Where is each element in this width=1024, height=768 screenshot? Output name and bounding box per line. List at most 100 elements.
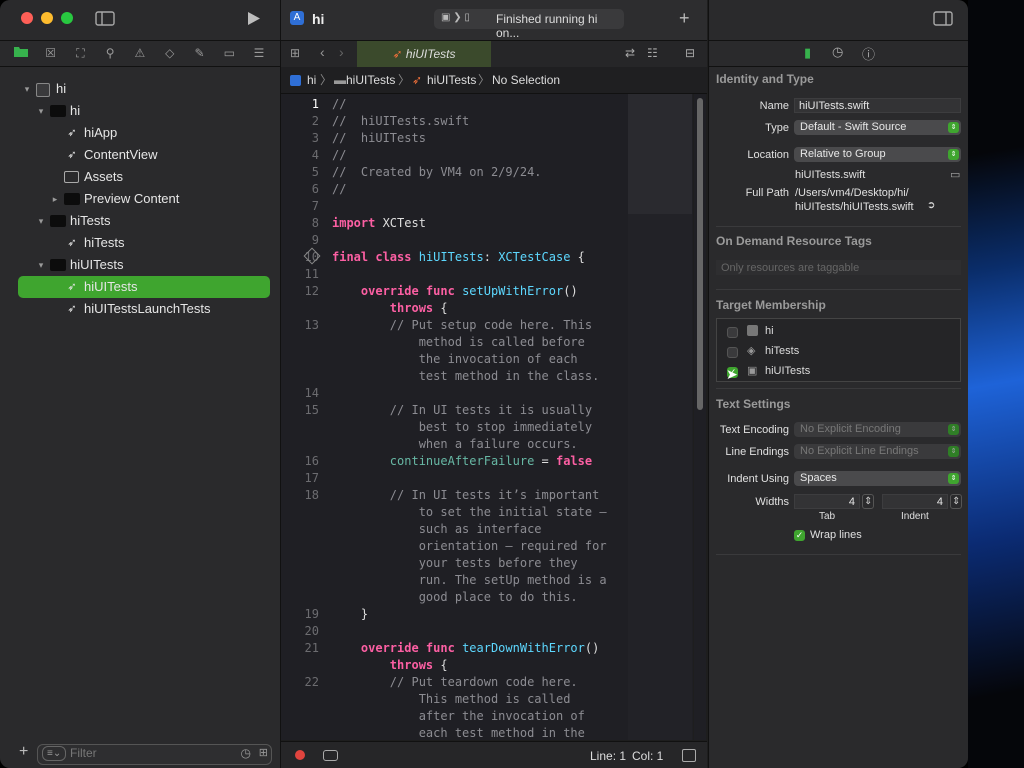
plus-icon[interactable]: + [679, 8, 690, 29]
code-line[interactable]: // Put setup code here. This [332, 318, 592, 332]
code-line[interactable]: method is called before [332, 335, 585, 349]
forward-icon[interactable]: › [339, 44, 344, 60]
name-field[interactable]: hiUITests.swift [794, 98, 961, 113]
close-button[interactable] [21, 12, 33, 24]
indent-width-field[interactable]: 4 [882, 494, 948, 509]
code-line[interactable]: // In UI tests it’s important [332, 488, 600, 502]
code-line[interactable]: // [332, 148, 346, 162]
swap-icon[interactable]: ⇄ [625, 46, 635, 60]
code-line[interactable]: } [332, 607, 368, 621]
debug-area-icon[interactable] [323, 750, 338, 761]
target-checkbox[interactable] [727, 347, 738, 358]
code-line[interactable]: final class hiUITests: XCTestCase { [332, 250, 585, 264]
code-line[interactable]: override func setUpWithError() [332, 284, 578, 298]
tree-item[interactable]: ➶ hiApp [0, 122, 280, 144]
bottom-panel-icon[interactable] [682, 749, 696, 762]
tree-item-selected[interactable]: ➶ hiUITests [18, 276, 270, 298]
code-line[interactable]: best to stop immediately [332, 420, 592, 434]
code-line[interactable]: orientation – required for [332, 539, 607, 553]
source-control-filter-icon[interactable]: ⊞ [259, 746, 268, 759]
code-line[interactable]: good place to do this. [332, 590, 578, 604]
tree-item[interactable]: ➶ ContentView [0, 144, 280, 166]
indent-using-popup[interactable]: Spaces ⇕ [794, 471, 961, 486]
target-checkbox[interactable] [727, 327, 738, 338]
add-icon[interactable]: + [19, 743, 28, 761]
recent-files-icon[interactable]: ◷ [241, 746, 251, 760]
code-line[interactable]: // [332, 97, 346, 111]
symbol-icon[interactable]: ⛶ [71, 46, 89, 61]
location-popup[interactable]: Relative to Group ⇕ [794, 147, 961, 162]
target-row[interactable]: ◈ hiTests [717, 343, 960, 361]
report-icon[interactable]: ☰ [250, 46, 268, 60]
wrap-lines-checkbox[interactable]: ✓ [794, 530, 805, 541]
tree-item[interactable]: ▸ Preview Content [0, 188, 280, 210]
sidebar-toggle-icon[interactable] [95, 11, 115, 29]
tree-item[interactable]: ▾ hi [0, 78, 280, 100]
tree-item[interactable]: ▾ hiTests [0, 210, 280, 232]
file-inspector-icon[interactable]: ▮ [804, 45, 811, 61]
jumpbar-item-project[interactable]: hi [307, 67, 316, 93]
code-line[interactable]: // Put teardown code here. [332, 675, 578, 689]
type-popup[interactable]: Default - Swift Source ⇕ [794, 120, 961, 135]
activity-viewer[interactable]: ▣ ❯ ▯ Finished running hi on... [434, 9, 624, 40]
tree-item[interactable]: ➶ hiTests [0, 232, 280, 254]
split-editor-icon[interactable]: ⊟ [685, 46, 695, 60]
filter-options-icon[interactable]: ≡⌄ [42, 746, 67, 761]
help-icon[interactable]: ⓘ [862, 44, 875, 63]
inspector-toggle-icon[interactable] [933, 11, 953, 31]
source-control-icon[interactable]: ☒ [42, 46, 60, 60]
stop-icon[interactable] [295, 750, 305, 760]
code-line[interactable]: such as interface [332, 522, 542, 536]
search-icon[interactable]: ⚲ [101, 46, 119, 60]
code-line[interactable]: override func tearDownWithError() [332, 641, 599, 655]
folder-icon[interactable] [12, 46, 30, 60]
tree-item[interactable]: ➶ hiUITestsLaunchTests [0, 298, 280, 320]
code-line[interactable]: each test method in the [332, 726, 585, 740]
filter-field[interactable]: ≡⌄ Filter ◷ ⊞ [37, 744, 272, 765]
chevron-down-icon[interactable]: ▾ [35, 210, 47, 232]
jump-bar[interactable]: hi 〉 ▬ hiUITests 〉 ➶ hiUITests 〉 No Sele… [281, 67, 707, 94]
minimap[interactable] [628, 214, 692, 740]
code-line[interactable]: This method is called [332, 692, 571, 706]
tree-item[interactable]: ▾ hiUITests [0, 254, 280, 276]
code-line[interactable]: the invocation of each [332, 352, 578, 366]
back-icon[interactable]: ‹ [320, 44, 325, 60]
code-line[interactable]: import XCTest [332, 216, 426, 230]
chevron-down-icon[interactable]: ▾ [35, 254, 47, 276]
debug-icon[interactable]: ✎ [190, 46, 208, 60]
scheme-icon[interactable]: ▣ ❯ ▯ [441, 12, 470, 23]
code-line[interactable]: // Created by VM4 on 2/9/24. [332, 165, 542, 179]
zoom-button[interactable] [61, 12, 73, 24]
code-line[interactable]: when a failure occurs. [332, 437, 578, 451]
folder-browse-icon[interactable]: ▭ [950, 168, 960, 181]
minimize-button[interactable] [41, 12, 53, 24]
related-items-icon[interactable]: ⊞ [290, 46, 300, 60]
code-line[interactable]: throws { [332, 658, 448, 672]
reveal-arrow-icon[interactable]: ➲ [927, 200, 935, 211]
indent-stepper-icon[interactable]: ⇕ [950, 494, 963, 509]
code-line[interactable]: // [332, 182, 346, 196]
encoding-popup[interactable]: No Explicit Encoding ⇕ [794, 422, 961, 437]
jumpbar-item-folder[interactable]: hiUITests [346, 67, 395, 93]
breakpoint-icon[interactable]: ▭ [220, 46, 238, 60]
code-line[interactable]: // hiUITests [332, 131, 426, 145]
history-icon[interactable]: ◷ [832, 44, 843, 60]
code-line[interactable]: after the invocation of [332, 709, 585, 723]
editor-options-icon[interactable]: ☷ [647, 46, 658, 60]
chevron-right-icon[interactable]: ▸ [49, 188, 61, 210]
editor-scrollbar[interactable] [694, 94, 706, 740]
scrollbar-thumb[interactable] [697, 98, 703, 410]
tab-stepper-icon[interactable]: ⇕ [862, 494, 875, 509]
chevron-down-icon[interactable]: ▾ [21, 78, 33, 100]
tab-width-field[interactable]: 4 [794, 494, 860, 509]
code-line[interactable]: continueAfterFailure = false [332, 454, 592, 468]
code-line[interactable]: test method in the class. [332, 369, 600, 383]
code-line[interactable]: run. The setUp method is a [332, 573, 607, 587]
target-row[interactable]: ✓ ▣ hiUITests [717, 363, 960, 381]
tree-item[interactable]: ▾ hi [0, 100, 280, 122]
test-icon[interactable]: ◇ [161, 46, 179, 60]
endings-popup[interactable]: No Explicit Line Endings ⇕ [794, 444, 961, 459]
code-line[interactable]: to set the initial state – [332, 505, 607, 519]
minimap-viewport[interactable] [628, 94, 692, 214]
chevron-down-icon[interactable]: ▾ [35, 100, 47, 122]
